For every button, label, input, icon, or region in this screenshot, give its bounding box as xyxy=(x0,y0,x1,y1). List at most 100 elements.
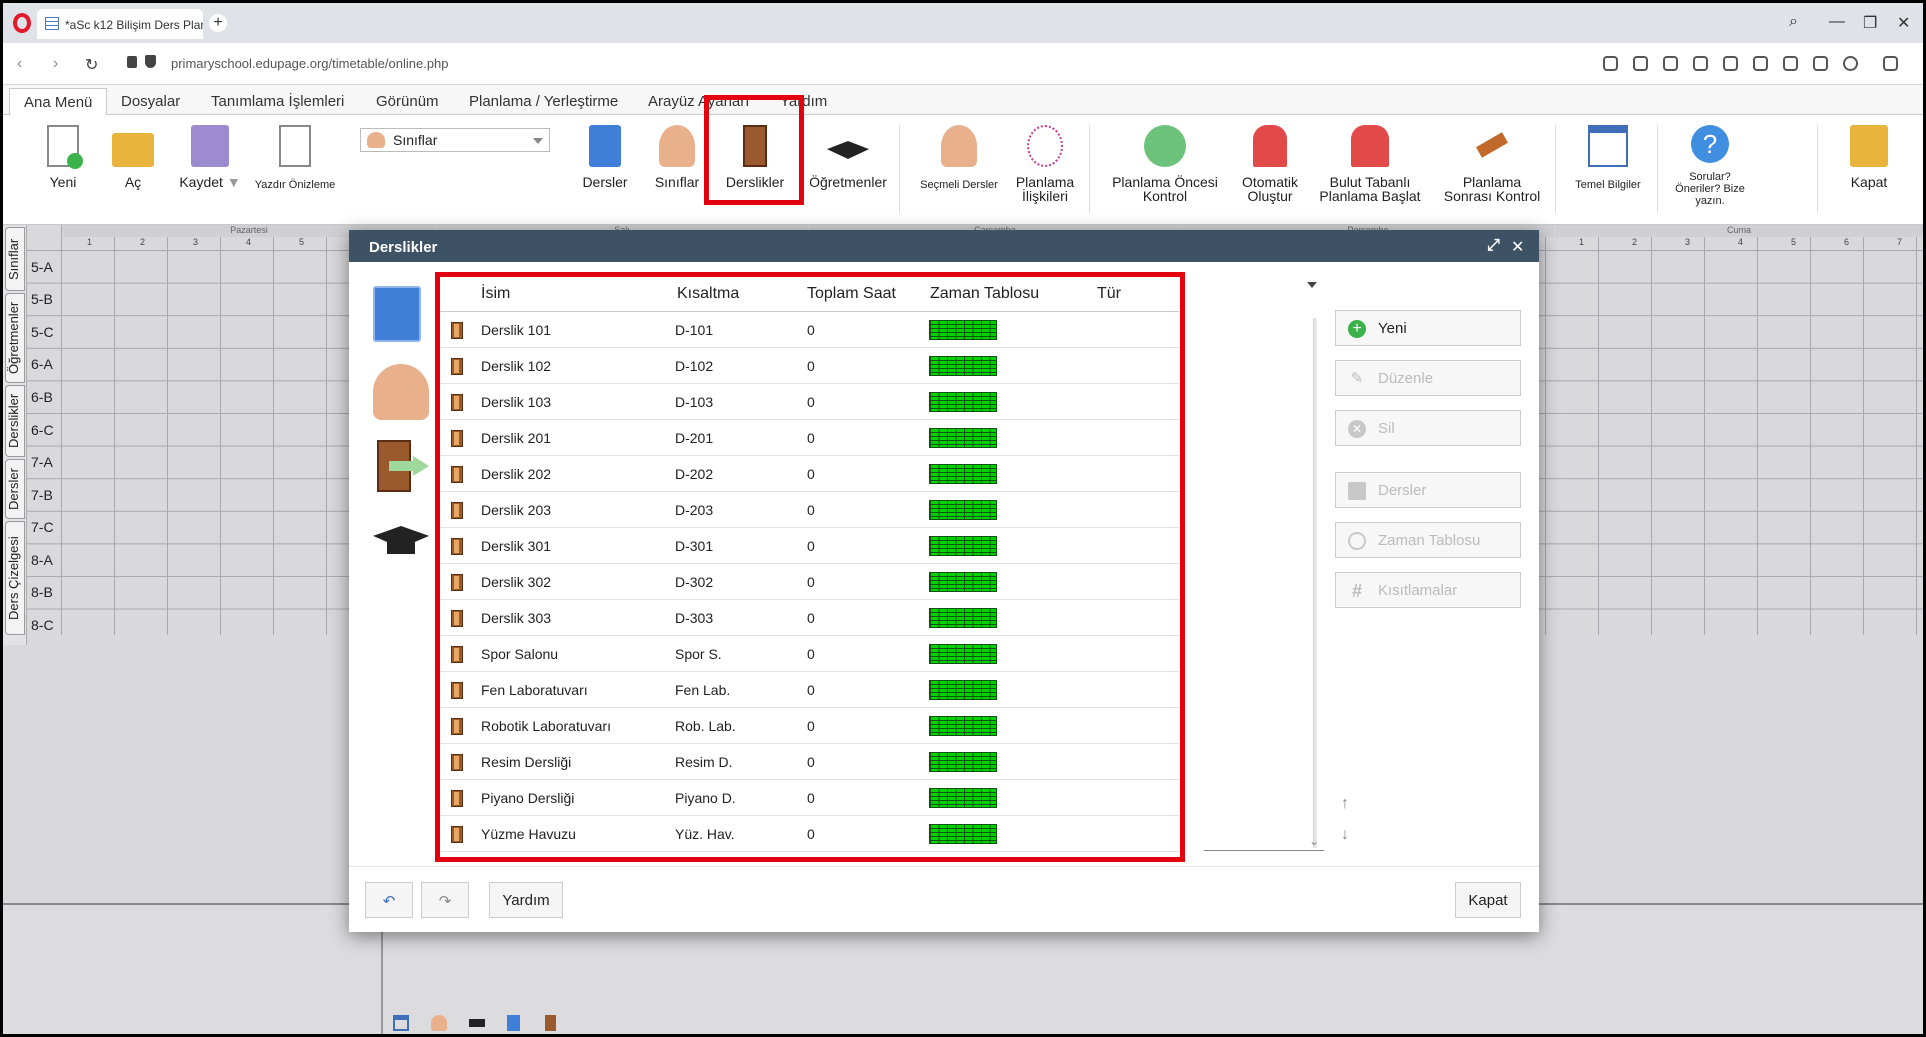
browser-tab[interactable]: *aSc k12 Bilişim Ders Planı xyxy=(37,9,203,39)
move-down-icon[interactable]: ↓ xyxy=(1341,826,1349,844)
book-icon[interactable] xyxy=(373,286,421,342)
door-arrow-icon[interactable] xyxy=(373,438,429,494)
lessons-button[interactable]: Dersler xyxy=(577,125,633,189)
class-row-label[interactable]: 8-B xyxy=(31,584,61,600)
period-number: 4 xyxy=(1738,237,1744,247)
close-app-button[interactable]: Kapat xyxy=(1843,125,1895,189)
camera-icon[interactable] xyxy=(1663,56,1678,71)
menu-planlama[interactable]: Planlama / Yerleştirme xyxy=(469,93,618,110)
class-row-label[interactable]: 7-A xyxy=(31,454,61,470)
divider xyxy=(1204,850,1324,851)
close-dialog-button[interactable]: Kapat xyxy=(1455,882,1521,918)
scroll-down-icon[interactable]: ⌄ xyxy=(1309,834,1319,848)
zoom-icon[interactable] xyxy=(1603,56,1618,71)
opera-logo-icon[interactable] xyxy=(13,13,31,33)
forward-icon[interactable]: › xyxy=(53,55,58,73)
feedback-button[interactable]: ? Sorular? Öneriler? Bize yazın. xyxy=(1667,125,1753,207)
back-icon[interactable]: ‹ xyxy=(17,55,22,73)
lessons-button[interactable]: Dersler xyxy=(1335,472,1521,508)
restore-icon[interactable]: ❐ xyxy=(1863,13,1877,33)
new-tab-button[interactable]: + xyxy=(209,14,227,32)
profile-icon[interactable] xyxy=(1843,56,1858,71)
pencil-icon: ✎ xyxy=(1350,370,1364,387)
basic-info-button[interactable]: Temel Bilgiler xyxy=(1567,125,1649,191)
graduation-cap-icon[interactable] xyxy=(469,1019,485,1027)
class-row-label[interactable]: 7-C xyxy=(31,519,61,535)
menu-tanimlama[interactable]: Tanımlama İşlemleri xyxy=(211,93,344,110)
class-row-label[interactable]: 6-A xyxy=(31,356,61,372)
door-icon[interactable] xyxy=(545,1015,556,1031)
save-button[interactable]: Kaydet ▼ xyxy=(175,125,245,189)
view-selector[interactable]: Sınıflar xyxy=(360,128,550,152)
classrooms-highlight-box xyxy=(704,95,804,205)
cloud-planning-button[interactable]: Bulut Tabanlı Planlama Başlat xyxy=(1313,125,1427,203)
classes-button[interactable]: Sınıflar xyxy=(651,125,703,189)
students-icon[interactable] xyxy=(373,364,429,420)
menu-gorunum[interactable]: Görünüm xyxy=(376,93,439,110)
edit-classroom-button[interactable]: ✎ Düzenle xyxy=(1335,360,1521,396)
help-button[interactable]: Yardım xyxy=(489,882,563,918)
download-icon[interactable] xyxy=(1783,56,1798,71)
constraints-button[interactable]: # Kısıtlamalar xyxy=(1335,572,1521,608)
class-row-label[interactable]: 8-A xyxy=(31,552,61,568)
reload-icon[interactable]: ↻ xyxy=(85,55,98,75)
class-row-label[interactable]: 5-A xyxy=(31,259,61,275)
graduation-cap-icon[interactable] xyxy=(373,518,429,574)
class-row-label[interactable]: 5-C xyxy=(31,324,61,340)
class-row-label[interactable]: 8-C xyxy=(31,617,61,633)
menu-dosyalar[interactable]: Dosyalar xyxy=(121,93,180,110)
side-tab-lessons[interactable]: Dersler xyxy=(5,459,25,519)
pre-check-button[interactable]: Planlama Öncesi Kontrol xyxy=(1103,125,1227,203)
close-window-icon[interactable]: ✕ xyxy=(1897,13,1910,33)
book-icon[interactable] xyxy=(507,1015,520,1031)
save-icon xyxy=(191,125,229,167)
chevron-down-icon[interactable] xyxy=(1307,282,1317,288)
close-icon[interactable]: ✕ xyxy=(1511,237,1524,257)
browser-tab-title: *aSc k12 Bilişim Ders Planı xyxy=(65,18,203,32)
side-tab-classes[interactable]: Sınıflar xyxy=(5,227,25,291)
side-tab-teachers[interactable]: Öğretmenler xyxy=(5,293,25,383)
period-number: 5 xyxy=(1791,237,1797,247)
side-tab-schedule[interactable]: Ders Çizelgesi xyxy=(5,521,25,635)
class-row-label[interactable]: 5-B xyxy=(31,291,61,307)
minimize-icon[interactable]: — xyxy=(1829,13,1845,31)
alarm-light-icon xyxy=(1253,125,1287,167)
play-icon[interactable] xyxy=(1723,56,1738,71)
open-button[interactable]: Aç xyxy=(111,125,155,189)
maximize-icon[interactable]: ⤢ xyxy=(1487,237,1500,255)
redo-icon[interactable]: ↷ xyxy=(421,882,469,918)
students-icon[interactable] xyxy=(431,1015,447,1031)
extensions-icon[interactable] xyxy=(1883,56,1898,71)
side-tab-classrooms[interactable]: Derslikler xyxy=(5,385,25,457)
teachers-button[interactable]: Öğretmenler xyxy=(805,125,891,189)
timetable-button[interactable]: Zaman Tablosu xyxy=(1335,522,1521,558)
menu-icon[interactable] xyxy=(1813,56,1828,71)
undo-icon[interactable]: ↶ xyxy=(365,882,413,918)
building-icon[interactable] xyxy=(393,1015,409,1031)
heart-icon[interactable] xyxy=(1753,56,1768,71)
post-check-button[interactable]: Planlama Sonrası Kontrol xyxy=(1437,125,1547,203)
ribbon-separator xyxy=(1555,125,1556,213)
print-preview-button[interactable]: Yazdır Önizleme xyxy=(253,125,337,191)
new-file-button[interactable]: Yeni xyxy=(39,125,87,189)
adblock-icon[interactable] xyxy=(1693,56,1708,71)
browser-window: *aSc k12 Bilişim Ders Planı + ⌕ — ❐ ✕ ‹ … xyxy=(3,3,1923,1034)
class-row-label[interactable]: 6-C xyxy=(31,422,61,438)
new-classroom-button[interactable]: + Yeni xyxy=(1335,310,1521,346)
planning-relations-button[interactable]: Planlama İlişkileri xyxy=(1009,125,1081,203)
auto-generate-button[interactable]: Otomatik Oluştur xyxy=(1235,125,1305,203)
clock-icon xyxy=(1348,532,1366,550)
electives-button[interactable]: Seçmeli Dersler xyxy=(915,125,1003,191)
table-scrollbar[interactable] xyxy=(1313,318,1317,848)
class-row-label[interactable]: 7-B xyxy=(31,487,61,503)
search-icon[interactable]: ⌕ xyxy=(1789,13,1798,31)
url-field[interactable]: primaryschool.edupage.org/timetable/onli… xyxy=(171,56,449,71)
menu-ana-menu[interactable]: Ana Menü xyxy=(9,88,108,115)
delete-classroom-button[interactable]: ✕ Sil xyxy=(1335,410,1521,446)
timetable-favicon-icon xyxy=(45,17,59,30)
edit-icon[interactable] xyxy=(1633,56,1648,71)
class-row-label[interactable]: 6-B xyxy=(31,389,61,405)
move-up-icon[interactable]: ↑ xyxy=(1341,795,1349,813)
chevron-down-icon[interactable]: ▼ xyxy=(227,174,241,190)
security-icon[interactable] xyxy=(145,55,156,68)
